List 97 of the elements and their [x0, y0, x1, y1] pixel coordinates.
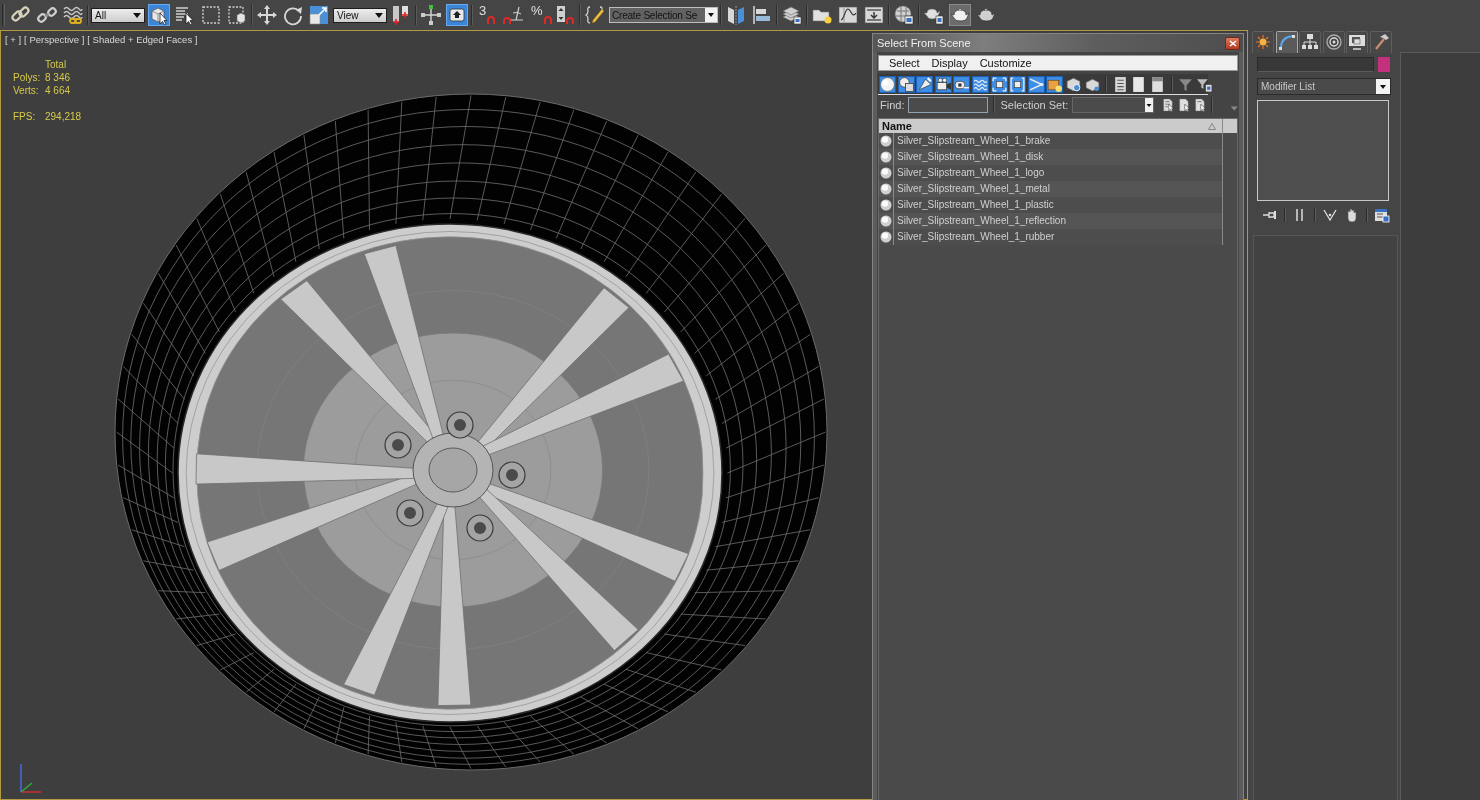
snap-toggle-button[interactable]: 3: [476, 4, 498, 26]
modifier-list-dropdown[interactable]: Modifier List: [1257, 78, 1391, 95]
broken-chain-icon[interactable]: [36, 4, 58, 26]
column-header[interactable]: Name: [879, 119, 1223, 133]
curve-icon[interactable]: [1275, 31, 1298, 53]
dashed-square-cube-icon[interactable]: [226, 4, 248, 26]
braces-pencil-icon[interactable]: [584, 4, 606, 26]
toolbar-dropdown[interactable]: View: [333, 7, 387, 23]
modifier-stack[interactable]: [1257, 100, 1389, 201]
target-icon[interactable]: [1322, 31, 1345, 53]
page-cursor-icon[interactable]: [1193, 97, 1206, 113]
spotlight-icon[interactable]: [916, 75, 934, 93]
viewport-menu-label[interactable]: [ + ]: [5, 34, 22, 46]
sphere-icon: [880, 151, 892, 163]
viewport-menu-label[interactable]: [ Perspective ]: [24, 34, 85, 46]
caret-icon: [375, 12, 383, 18]
hierarchy-icon[interactable]: [1299, 31, 1321, 53]
wave-icon[interactable]: [971, 75, 989, 93]
object-name: Silver_Slipstream_Wheel_1_rubber: [893, 229, 1055, 245]
list-cursor-icon[interactable]: [174, 4, 196, 26]
wave-chain-icon[interactable]: [62, 4, 84, 26]
window-title: Select From Scene: [877, 37, 971, 49]
box-bulb-icon[interactable]: [1046, 75, 1064, 93]
rotate-icon[interactable]: [282, 4, 304, 26]
cursor-cube-icon[interactable]: [148, 4, 170, 26]
checker-sphere-icon[interactable]: [893, 4, 915, 26]
hammer-icon[interactable]: [1369, 31, 1392, 53]
sun-icon[interactable]: [1252, 31, 1274, 53]
curve-graph-icon[interactable]: [837, 4, 859, 26]
sphere-icon: [880, 183, 892, 195]
spinner-magnet-icon[interactable]: [554, 4, 576, 26]
stats-value: 4 664: [45, 84, 72, 97]
find-field[interactable]: [908, 97, 989, 113]
stats-value: 8 346: [45, 71, 72, 84]
configure-icon[interactable]: [1374, 207, 1390, 223]
monitor-icon[interactable]: [1346, 31, 1368, 53]
list-row[interactable]: Silver_Slipstream_Wheel_1_reflection: [879, 213, 1223, 229]
color-swatch[interactable]: [1378, 57, 1390, 72]
mirror-icon[interactable]: [725, 4, 747, 26]
caret-icon: [1144, 98, 1153, 112]
chevron-icon[interactable]: [1027, 75, 1045, 93]
list-row[interactable]: Silver_Slipstream_Wheel_1_disk: [879, 149, 1223, 165]
sphere-icon: [880, 215, 892, 227]
camera-icon[interactable]: [934, 75, 952, 93]
close-icon: [1228, 39, 1237, 47]
list-row[interactable]: Silver_Slipstream_Wheel_1_plastic: [879, 197, 1223, 213]
field-label: Selection Set:: [1000, 99, 1069, 111]
magnet-icon: [487, 16, 496, 24]
list-row[interactable]: Silver_Slipstream_Wheel_1_rubber: [879, 229, 1223, 245]
angle-magnet-icon[interactable]: [502, 4, 524, 26]
nested-squares-icon[interactable]: [990, 75, 1008, 93]
object-name-field[interactable]: [1257, 57, 1374, 72]
stats-value: 294,218: [45, 110, 82, 123]
stats-label: Verts:: [13, 84, 40, 97]
caret-icon: [705, 8, 717, 22]
magnet-icon: [543, 16, 552, 24]
cube-gear-icon[interactable]: [1064, 75, 1082, 93]
named-selection-combo[interactable]: Create Selection Se: [609, 7, 718, 23]
tape-measure-icon[interactable]: [953, 75, 971, 93]
field-label: Find:: [880, 99, 905, 111]
sphere-icon[interactable]: [879, 75, 896, 93]
axis-tripod-icon: [17, 762, 43, 794]
viewport-menu-label[interactable]: [ Shaded + Edged Faces ]: [87, 34, 198, 46]
fork-icon[interactable]: [1322, 207, 1338, 223]
stats-label: FPS:: [13, 110, 37, 123]
list-row[interactable]: Silver_Slipstream_Wheel_1_metal: [879, 181, 1223, 197]
sphere-icon: [880, 167, 892, 179]
selection-set-dropdown[interactable]: [1072, 97, 1154, 113]
sphere-icon: [880, 199, 892, 211]
menu-item[interactable]: Select: [883, 56, 926, 70]
bracket-square-icon[interactable]: [1009, 75, 1027, 93]
move-icon[interactable]: [256, 4, 278, 26]
teapot-icon[interactable]: [949, 4, 971, 26]
page-cursor-icon[interactable]: [1177, 97, 1190, 113]
sort-arrow-icon: [1208, 122, 1216, 130]
crosshair-icon[interactable]: [420, 4, 442, 26]
scale-icon[interactable]: [308, 4, 330, 26]
snap-toggle-button[interactable]: %: [528, 4, 550, 26]
sphere-icon: [880, 135, 892, 147]
list-row[interactable]: Silver_Slipstream_Wheel_1_brake: [879, 133, 1223, 149]
align-icon[interactable]: [751, 4, 773, 26]
stats-label: Polys:: [13, 71, 42, 84]
list-row[interactable]: Silver_Slipstream_Wheel_1_logo: [879, 165, 1223, 181]
menu-item[interactable]: Display: [925, 56, 974, 70]
stats-header: Total: [45, 58, 68, 71]
layers-icon[interactable]: [781, 4, 803, 26]
dashed-rectangle-icon[interactable]: [200, 4, 222, 26]
sphere-icon: [880, 231, 892, 243]
close-button[interactable]: [1225, 36, 1240, 50]
page-cursor-icon[interactable]: [1161, 97, 1174, 113]
keyboard-key-icon[interactable]: [446, 4, 468, 26]
caret-icon[interactable]: [1229, 104, 1238, 112]
circle-square-icon[interactable]: [897, 75, 915, 93]
toolbar-dropdown[interactable]: All: [91, 7, 145, 23]
caret-icon: [1376, 79, 1390, 94]
menu-item[interactable]: Customize: [973, 56, 1038, 70]
caret-icon: [133, 12, 141, 18]
